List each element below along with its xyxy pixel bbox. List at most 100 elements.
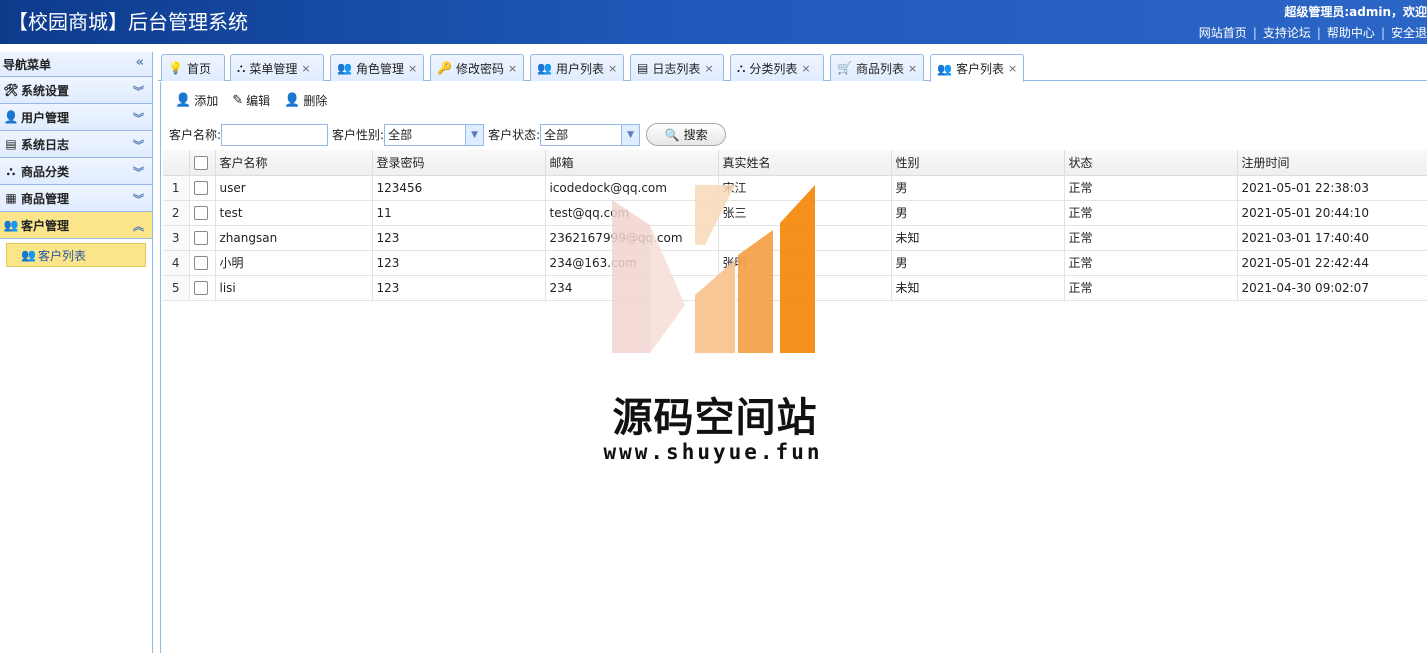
row-number: 4 (163, 250, 190, 276)
close-icon[interactable]: × (608, 62, 617, 75)
cell-password: 123456 (372, 175, 546, 201)
cell-time: 2021-05-01 22:38:03 (1237, 175, 1427, 201)
link-logout[interactable]: 安全退 (1391, 26, 1427, 40)
sidebar-item-system-settings[interactable]: 🛠 系统设置 ︾ (0, 77, 152, 104)
gender-select-value: 全部 (388, 128, 413, 142)
column-header[interactable]: 性别 (891, 150, 1065, 176)
edit-user-icon: ✎ (232, 93, 244, 108)
close-icon[interactable]: × (1008, 62, 1017, 75)
chevron-down-icon[interactable]: ▼ (621, 124, 640, 145)
chevron-down-icon[interactable]: ▼ (465, 124, 484, 145)
tab-home[interactable]: 💡 首页 (161, 54, 225, 81)
row-checkbox[interactable] (193, 180, 208, 195)
column-header[interactable]: 登录密码 (372, 150, 546, 176)
sidebar-item-customer-management[interactable]: 👥 客户管理 ︽ (0, 212, 152, 239)
cell-gender: 未知 (891, 275, 1065, 301)
status-select-value: 全部 (544, 128, 569, 142)
tab-goods-list[interactable]: 🛒 商品列表 × (830, 54, 924, 81)
cell-status: 正常 (1064, 225, 1238, 251)
row-select-cell (189, 200, 216, 226)
tab-label: 用户列表 (555, 61, 604, 76)
app-title: 【校园商城】后台管理系统 (8, 10, 248, 34)
row-checkbox[interactable] (193, 230, 208, 245)
tab-change-password[interactable]: 🔑 修改密码 × (430, 54, 524, 81)
add-button-label: 添加 (194, 94, 219, 108)
cell-name: user (215, 175, 373, 201)
sidebar-item-goods-management[interactable]: ▦ 商品管理 ︾ (0, 185, 152, 212)
row-select-cell (189, 275, 216, 301)
column-header[interactable]: 真实姓名 (718, 150, 892, 176)
chevron-up-icon: ︽ (133, 220, 144, 233)
customer-name-label: 客户名称: (169, 128, 222, 142)
cell-gender: 未知 (891, 225, 1065, 251)
customer-status-select[interactable]: 全部 ▼ (540, 123, 641, 146)
column-header[interactable]: 邮箱 (545, 150, 719, 176)
close-icon[interactable]: × (801, 62, 810, 75)
select-all-checkbox[interactable] (193, 155, 208, 170)
column-header[interactable]: 客户名称 (215, 150, 373, 176)
table-row[interactable]: 1 user 123456 icodedock@qq.com 宋江 男 正常 2… (163, 175, 1427, 201)
tab-label: 菜单管理 (249, 61, 298, 76)
collapse-icon[interactable]: « (136, 55, 144, 70)
column-header[interactable]: 状态 (1064, 150, 1238, 176)
tab-log-list[interactable]: ▤ 日志列表 × (630, 54, 724, 81)
column-header[interactable]: 注册时间 (1237, 150, 1427, 176)
close-icon[interactable]: × (908, 62, 917, 75)
tab-customer-list[interactable]: 👥 客户列表 × (930, 54, 1024, 82)
cell-email: 234@163.com (545, 250, 719, 276)
cell-time: 2021-03-01 17:40:40 (1237, 225, 1427, 251)
tab-label: 修改密码 (455, 61, 504, 76)
link-forum[interactable]: 支持论坛 (1263, 26, 1311, 40)
tab-role-management[interactable]: 👥 角色管理 × (330, 54, 424, 81)
table-row[interactable]: 2 test 11 test@qq.com 张三 男 正常 2021-05-01… (163, 200, 1427, 226)
cell-status: 正常 (1064, 200, 1238, 226)
sidebar-item-goods-category[interactable]: ⛬ 商品分类 ︾ (0, 158, 152, 185)
cell-realname (718, 275, 892, 301)
sidebar-subitem-customer-list[interactable]: 👥 客户列表 (6, 243, 146, 267)
tab-category-list[interactable]: ⛬ 分类列表 × (730, 54, 824, 81)
close-icon[interactable]: × (704, 62, 713, 75)
customer-list-icon: 👥 (937, 61, 952, 76)
search-button[interactable]: 🔍 搜索 (646, 123, 727, 146)
add-button[interactable]: 👤 添加 (175, 92, 218, 109)
search-button-label: 搜索 (683, 128, 708, 142)
row-number: 2 (163, 200, 190, 226)
cell-email: 234 (545, 275, 719, 301)
cell-name: 小明 (215, 250, 373, 276)
table-row[interactable]: 4 小明 123 234@163.com 张明 男 正常 2021-05-01 … (163, 250, 1427, 276)
tab-menu-management[interactable]: ⛬ 菜单管理 × (230, 54, 324, 81)
table-row[interactable]: 3 zhangsan 123 2362167999@qq.com 未知 正常 2… (163, 225, 1427, 251)
cell-time: 2021-04-30 09:02:07 (1237, 275, 1427, 301)
link-help[interactable]: 帮助中心 (1327, 26, 1375, 40)
search-icon: 🔍 (664, 127, 680, 142)
close-icon[interactable]: × (508, 62, 517, 75)
link-site-home[interactable]: 网站首页 (1199, 26, 1247, 40)
customer-name-input[interactable] (221, 123, 329, 146)
sidebar-item-user-management[interactable]: 👤 用户管理 ︾ (0, 104, 152, 131)
delete-button[interactable]: 👤 删除 (284, 92, 327, 109)
log-list-icon: ▤ (637, 61, 649, 75)
add-user-icon: 👤 (175, 93, 192, 108)
tab-label: 首页 (186, 61, 211, 76)
cart-icon: 🛒 (837, 61, 852, 75)
row-checkbox[interactable] (193, 205, 208, 220)
tab-label: 商品列表 (855, 61, 904, 76)
chevron-down-icon: ︾ (133, 166, 144, 179)
customer-status-label: 客户状态: (488, 128, 541, 142)
cell-password: 123 (372, 225, 546, 251)
row-checkbox[interactable] (193, 255, 208, 270)
tab-bar: 💡 首页 ⛬ 菜单管理 × 👥 角色管理 × 🔑 修改密码 × 👥 用户列表 × ▤ 日志列表 × ⛬… (158, 52, 1427, 82)
edit-button[interactable]: ✎ 编辑 (232, 92, 270, 109)
cell-gender: 男 (891, 250, 1065, 276)
tab-user-list[interactable]: 👥 用户列表 × (530, 54, 624, 81)
table-row[interactable]: 5 lisi 123 234 未知 正常 2021-04-30 09:02:07 (163, 275, 1427, 301)
close-icon[interactable]: × (408, 62, 417, 75)
filter-bar: 客户名称: 客户性别: 全部 ▼ 客户状态: 全部 ▼ 🔍 搜索 (169, 123, 727, 146)
category-icon: ⛬ (6, 163, 16, 178)
row-checkbox[interactable] (193, 280, 208, 295)
sidebar-item-system-log[interactable]: ▤ 系统日志 ︾ (0, 131, 152, 158)
app-header: 【校园商城】后台管理系统 超级管理员:admin，欢迎 网站首页 | 支持论坛 | 帮助… (0, 0, 1427, 44)
close-icon[interactable]: × (301, 62, 310, 75)
row-number: 3 (163, 225, 190, 251)
customer-gender-select[interactable]: 全部 ▼ (384, 123, 485, 146)
